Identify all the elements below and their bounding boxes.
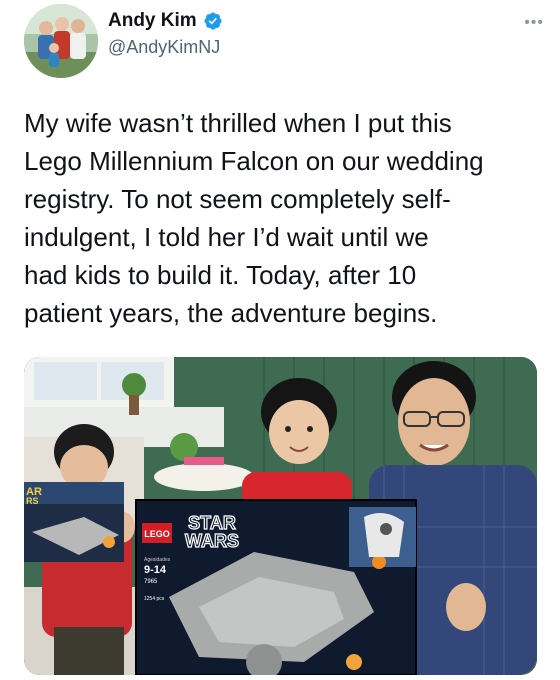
family-lego-photo: AR RS LEGO STAR WARS Agesidades 9-14 796…: [24, 357, 537, 675]
tweet-line: My wife wasn’t thrilled when I put this: [24, 108, 452, 138]
lego-box-side: AR RS: [24, 482, 124, 562]
lego-box-front: LEGO STAR WARS Agesidades 9-14 7965 1254…: [135, 499, 417, 675]
lego-logo: LEGO: [144, 529, 170, 539]
tweet-line: Lego Millennium Falcon on our wedding: [24, 146, 484, 176]
more-options-icon[interactable]: •••: [524, 14, 544, 32]
box-set-number: 7965: [144, 579, 158, 585]
tweet-line: had kids to build it. Today, after 10: [24, 260, 417, 290]
box-side-title2: RS: [26, 496, 39, 506]
box-piece-count: 1254 pcs: [144, 596, 165, 602]
author-handle[interactable]: @AndyKimNJ: [108, 37, 220, 58]
box-age-range: 9-14: [144, 564, 167, 576]
box-title-line1: STAR: [188, 513, 236, 533]
tweet-text: My wife wasn’t thrilled when I put this …: [24, 104, 544, 332]
tweet-line: indulgent, I told her I’d wait until we: [24, 222, 429, 252]
avatar[interactable]: [24, 4, 98, 78]
profile-photo: [24, 4, 98, 78]
box-title-line2: WARS: [185, 531, 239, 551]
tweet-line: patient years, the adventure begins.: [24, 298, 438, 328]
box-age-label: Agesidades: [144, 557, 171, 563]
author-name-row: Andy Kim: [108, 10, 223, 32]
verified-badge-icon: [204, 12, 222, 30]
author-display-name[interactable]: Andy Kim: [108, 10, 197, 32]
tweet-line: registry. To not seem completely self-: [24, 184, 451, 214]
tweet-photo[interactable]: AR RS LEGO STAR WARS Agesidades 9-14 796…: [24, 357, 537, 675]
